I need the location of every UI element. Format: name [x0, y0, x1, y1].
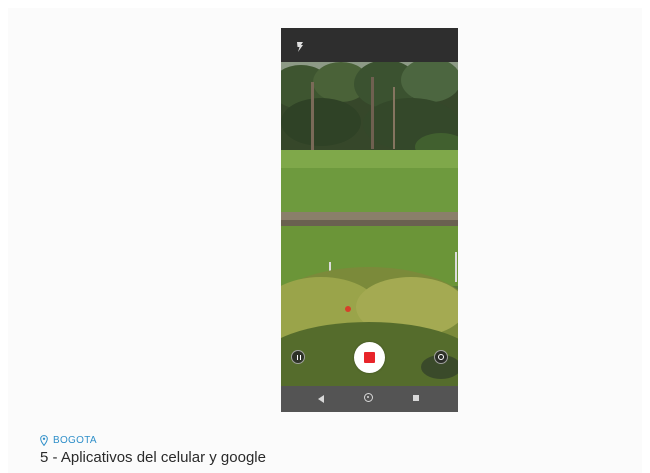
- phone-screenshot: [281, 28, 458, 412]
- back-icon[interactable]: [318, 395, 324, 403]
- article-title[interactable]: 5 - Aplicativos del celular y google: [40, 449, 266, 466]
- record-stop-icon: [364, 352, 375, 363]
- location-tag[interactable]: BOGOTA: [40, 433, 97, 447]
- status-bar: [281, 28, 458, 62]
- flash-icon: [297, 42, 303, 52]
- location-label: BOGOTA: [53, 434, 97, 446]
- settings-icon[interactable]: [434, 350, 448, 364]
- record-stop-button[interactable]: [354, 342, 385, 373]
- camera-controls: [281, 338, 458, 382]
- android-nav-bar: [281, 386, 458, 412]
- home-icon[interactable]: [364, 393, 373, 402]
- pause-icon[interactable]: [291, 350, 305, 364]
- location-pin-icon: [40, 434, 48, 446]
- recents-icon[interactable]: [413, 395, 419, 401]
